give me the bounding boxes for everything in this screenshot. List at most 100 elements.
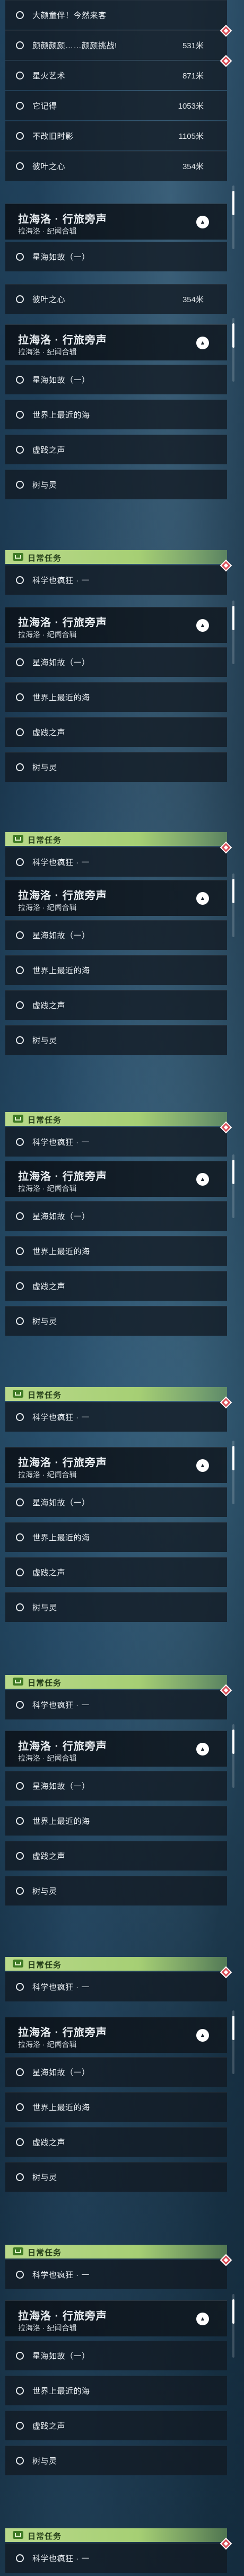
quest-row[interactable]: 世界上最近的海	[5, 955, 227, 985]
quest-row[interactable]: 不改旧时影 1105米	[5, 121, 227, 151]
quest-row[interactable]: 世界上最近的海	[5, 1236, 227, 1266]
daily-tasks-header[interactable]: 日常任务	[5, 1112, 227, 1126]
section-header[interactable]: 拉海洛 · 行旅旁声 拉海洛 · 纪闻合辑 ▲	[5, 880, 227, 916]
quest-row[interactable]: 世界上最近的海	[5, 1522, 227, 1552]
section-header[interactable]: 拉海洛 · 行旅旁声 拉海洛 · 纪闻合辑 ▲	[5, 324, 227, 360]
quest-row[interactable]: 世界上最近的海	[5, 2376, 227, 2405]
collapse-arrow-icon[interactable]: ▲	[196, 1173, 209, 1186]
quest-row-label: 科学也疯狂 · 一	[32, 1701, 90, 1710]
daily-tasks-header[interactable]: 日常任务	[5, 1387, 227, 1401]
collapse-arrow-icon[interactable]: ▲	[196, 892, 209, 905]
quest-row-label: 星海如故（一）	[32, 1212, 90, 1221]
daily-tasks-header[interactable]: 日常任务	[5, 2245, 227, 2259]
quest-status-circle-icon	[16, 1138, 24, 1146]
quest-row[interactable]: 星火艺术 871米	[5, 55, 232, 90]
collapse-arrow-icon[interactable]: ▲	[196, 2313, 209, 2325]
quest-row[interactable]: 彼叶之心 354米	[5, 284, 227, 314]
quest-row[interactable]: 星海如故（一）	[5, 2341, 227, 2370]
scroll-thumb[interactable]	[232, 1160, 234, 1184]
quest-row[interactable]: 虚践之声	[5, 435, 227, 464]
quest-row[interactable]: 树与灵	[5, 1025, 227, 1055]
quest-row-label: 星海如故（一）	[32, 2068, 90, 2077]
quest-row[interactable]: 星海如故（一）	[5, 242, 227, 271]
quest-row[interactable]: 虚践之声	[5, 1557, 227, 1587]
quest-status-circle-icon	[16, 253, 24, 261]
collapse-arrow-icon[interactable]: ▲	[196, 337, 209, 349]
quest-row[interactable]: 星海如故（一）	[5, 365, 227, 394]
daily-tasks-header[interactable]: 日常任务	[5, 550, 227, 564]
collapse-arrow-icon[interactable]: ▲	[196, 216, 209, 228]
quest-row[interactable]: 颜颜颜颜……颜颜挑战! 531米	[5, 24, 232, 60]
quest-row[interactable]: 树与灵	[5, 1306, 227, 1336]
quest-row[interactable]: 它记得 1053米	[5, 91, 227, 120]
quest-row[interactable]: 星海如故（一）	[5, 2057, 227, 2087]
quest-row[interactable]: 世界上最近的海	[5, 400, 227, 429]
quest-row[interactable]: 科学也疯狂 · 一	[5, 1966, 232, 2001]
quest-row-label: 星海如故（一）	[32, 376, 90, 385]
quest-row[interactable]: 科学也疯狂 · 一	[5, 2537, 232, 2573]
quest-row[interactable]: 彼叶之心 354米	[5, 151, 227, 181]
quest-row-label: 星海如故（一）	[32, 253, 90, 262]
quest-row[interactable]: 世界上最近的海	[5, 2092, 227, 2122]
quest-status-circle-icon	[16, 1001, 24, 1009]
quest-status-circle-icon	[16, 858, 24, 866]
daily-tasks-header[interactable]: 日常任务	[5, 2528, 227, 2542]
quest-row[interactable]: 科学也疯狂 · 一	[5, 1396, 232, 1432]
quest-row[interactable]: 科学也疯狂 · 一	[5, 1121, 232, 1157]
quest-row[interactable]: 星海如故（一）	[5, 1201, 227, 1231]
quest-row[interactable]: 虚践之声	[5, 2127, 227, 2157]
scroll-thumb[interactable]	[232, 2016, 234, 2040]
section-header[interactable]: 拉海洛 · 行旅旁声 拉海洛 · 纪闻合辑 ▲	[5, 1731, 227, 1767]
collapse-arrow-icon[interactable]: ▲	[196, 2029, 209, 2042]
section-header[interactable]: 拉海洛 · 行旅旁声 拉海洛 · 纪闻合辑 ▲	[5, 607, 227, 643]
daily-tasks-header[interactable]: 日常任务	[5, 832, 227, 846]
quest-row[interactable]: 星海如故（一）	[5, 1771, 227, 1801]
quest-row[interactable]: 树与灵	[5, 752, 227, 782]
quest-status-circle-icon	[16, 1212, 24, 1220]
section-header[interactable]: 拉海洛 · 行旅旁声 拉海洛 · 纪闻合辑 ▲	[5, 1447, 227, 1483]
collapse-arrow-icon[interactable]: ▲	[196, 619, 209, 632]
quest-row[interactable]: 树与灵	[5, 1592, 227, 1622]
scroll-thumb[interactable]	[232, 1730, 234, 1754]
quest-row[interactable]: 科学也疯狂 · 一	[5, 841, 232, 877]
section-header[interactable]: 拉海洛 · 行旅旁声 拉海洛 · 纪闻合辑 ▲	[5, 1161, 227, 1197]
quest-row[interactable]: 星海如故（一）	[5, 647, 227, 677]
quest-row[interactable]: 星海如故（一）	[5, 1487, 227, 1517]
quest-row[interactable]: 虚践之声	[5, 1841, 227, 1871]
collapse-arrow-icon[interactable]: ▲	[196, 1743, 209, 1755]
daily-tasks-header[interactable]: 日常任务	[5, 1957, 227, 1971]
quest-status-circle-icon	[16, 295, 24, 303]
quest-row[interactable]: 树与灵	[5, 2162, 227, 2192]
quest-row[interactable]: 虚践之声	[5, 717, 227, 747]
quest-row[interactable]: 树与灵	[5, 470, 227, 499]
section-title: 拉海洛 · 行旅旁声	[18, 1457, 107, 1469]
scroll-thumb[interactable]	[232, 323, 234, 348]
quest-row[interactable]: 科学也疯狂 · 一	[5, 2254, 232, 2289]
scroll-thumb[interactable]	[232, 606, 234, 630]
quest-row[interactable]: 虚践之声	[5, 2411, 227, 2440]
scroll-thumb[interactable]	[232, 1446, 234, 1470]
daily-tasks-header[interactable]: 日常任务	[5, 1675, 227, 1689]
quest-row[interactable]: 虚践之声	[5, 990, 227, 1020]
quest-row-label: 科学也疯狂 · 一	[32, 858, 90, 867]
quest-status-circle-icon	[16, 1701, 24, 1709]
quest-status-circle-icon	[16, 1852, 24, 1860]
quest-row[interactable]: 大颜童伴！今然来客	[5, 0, 227, 30]
section-header[interactable]: 拉海洛 · 行旅旁声 拉海洛 · 纪闻合辑 ▲	[5, 204, 227, 240]
section-header[interactable]: 拉海洛 · 行旅旁声 拉海洛 · 纪闻合辑 ▲	[5, 2017, 227, 2053]
scroll-thumb[interactable]	[232, 191, 234, 215]
quest-row[interactable]: 星海如故（一）	[5, 920, 227, 950]
quest-row[interactable]: 科学也疯狂 · 一	[5, 559, 232, 595]
scroll-thumb[interactable]	[232, 2299, 234, 2324]
quest-row[interactable]: 世界上最近的海	[5, 1806, 227, 1836]
quest-row[interactable]: 树与灵	[5, 2446, 227, 2475]
quest-row[interactable]: 树与灵	[5, 1876, 227, 1905]
section-header[interactable]: 拉海洛 · 行旅旁声 拉海洛 · 纪闻合辑 ▲	[5, 2300, 227, 2336]
collapse-arrow-icon[interactable]: ▲	[196, 1459, 209, 1472]
section-subtitle: 拉海洛 · 纪闻合辑	[18, 1470, 77, 1479]
quest-status-circle-icon	[16, 1247, 24, 1255]
quest-row[interactable]: 科学也疯狂 · 一	[5, 1684, 232, 1719]
quest-row[interactable]: 虚践之声	[5, 1271, 227, 1301]
scroll-thumb[interactable]	[232, 879, 234, 903]
quest-row[interactable]: 世界上最近的海	[5, 682, 227, 712]
